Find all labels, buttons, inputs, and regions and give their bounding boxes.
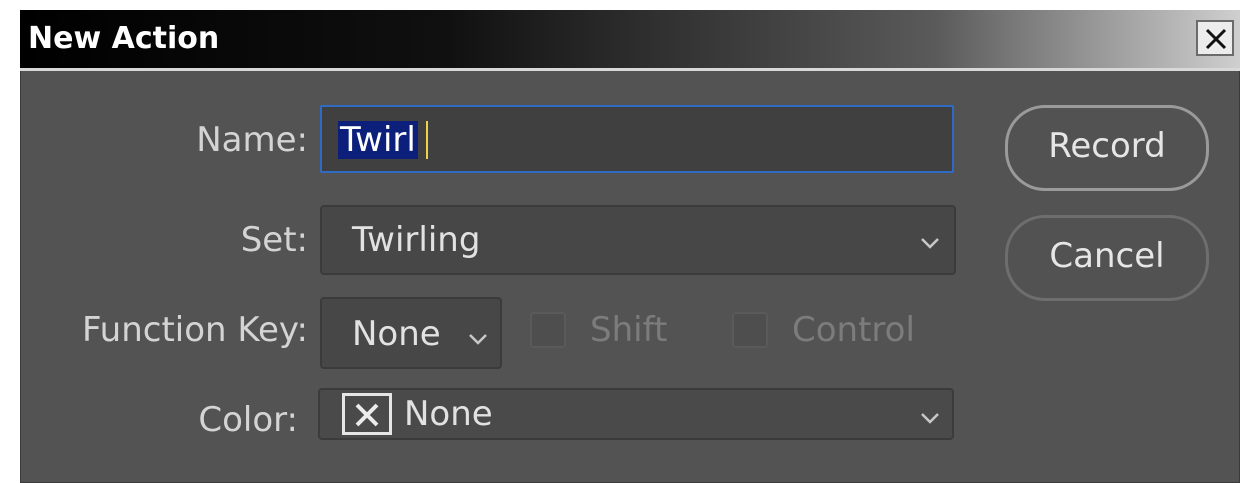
cancel-button[interactable]: Cancel — [1005, 215, 1209, 301]
record-button-label: Record — [1048, 126, 1166, 166]
cancel-button-label: Cancel — [1049, 236, 1165, 276]
title-bar[interactable]: New Action — [20, 10, 1240, 71]
color-label: Color: — [198, 400, 298, 440]
name-label: Name: — [196, 120, 308, 160]
control-label: Control — [792, 310, 915, 350]
text-caret — [426, 121, 428, 159]
name-input-value: Twirl — [338, 120, 418, 160]
chevron-down-icon — [921, 238, 939, 249]
set-label: Set: — [240, 220, 308, 260]
function-key-select-value: None — [352, 314, 441, 354]
dialog-title: New Action — [28, 21, 220, 56]
name-input[interactable]: Twirl — [320, 105, 954, 173]
set-select[interactable]: Twirling — [320, 205, 956, 275]
chevron-down-icon — [921, 413, 939, 424]
color-select[interactable]: None — [318, 388, 954, 440]
shift-checkbox[interactable] — [530, 312, 566, 348]
no-color-swatch — [342, 393, 392, 435]
x-icon — [355, 403, 379, 427]
set-select-value: Twirling — [352, 220, 481, 260]
control-checkbox[interactable] — [732, 312, 768, 348]
record-button[interactable]: Record — [1005, 105, 1209, 191]
close-icon — [1205, 28, 1227, 50]
shift-label: Shift — [590, 310, 668, 350]
color-select-value: None — [404, 394, 493, 434]
new-action-dialog: New Action Name: Twirl Set: Twirling Fun… — [20, 10, 1240, 483]
chevron-down-icon — [469, 334, 487, 345]
function-key-label: Function Key: — [81, 310, 308, 350]
close-button[interactable] — [1196, 20, 1234, 56]
function-key-select[interactable]: None — [320, 297, 502, 369]
